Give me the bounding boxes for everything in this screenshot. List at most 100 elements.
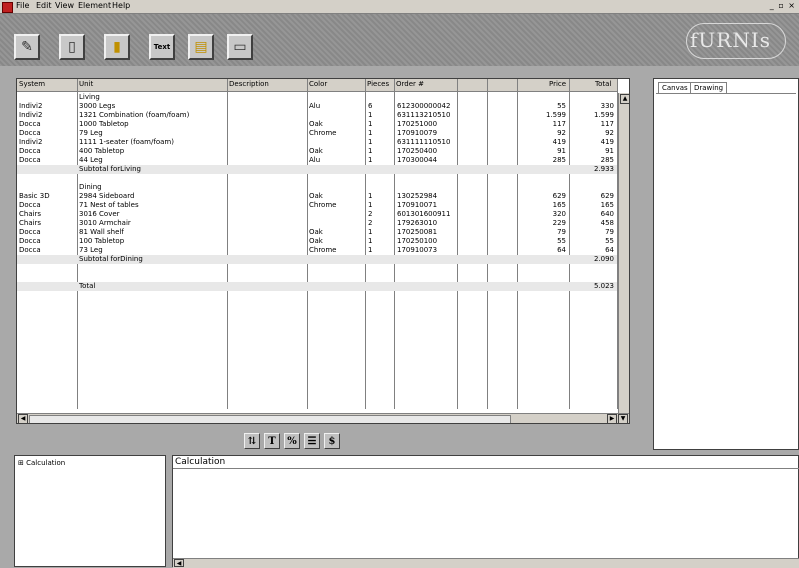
cell-total[interactable]: 2.933 (594, 165, 614, 174)
cell-pieces[interactable]: 2 (368, 210, 372, 219)
cell-color[interactable]: Chrome (309, 246, 336, 255)
cell-color[interactable]: Oak (309, 120, 323, 129)
cell-system[interactable]: Basic 3D (19, 192, 50, 201)
table-vertical-scrollbar[interactable]: ▲ (618, 93, 629, 423)
cell-unit[interactable]: Total (79, 282, 95, 291)
cell-total[interactable]: 419 (601, 138, 614, 147)
cell-pieces[interactable]: 6 (368, 102, 372, 111)
menu-element[interactable]: Element (78, 1, 111, 10)
col-order[interactable]: Order # (396, 80, 424, 88)
cell-pieces[interactable]: 1 (368, 228, 372, 237)
cell-total[interactable]: 92 (605, 129, 614, 138)
cell-pieces[interactable]: 1 (368, 192, 372, 201)
cell-system[interactable]: Docca (19, 147, 41, 156)
tab-canvas[interactable]: Canvas (658, 82, 692, 93)
cell-order[interactable]: 612300000042 (397, 102, 450, 111)
cell-total[interactable]: 5.023 (594, 282, 614, 291)
sort-button[interactable]: ⇅ (244, 433, 260, 449)
edit-button[interactable]: ✎ (14, 34, 40, 60)
cell-system[interactable]: Indivi2 (19, 111, 42, 120)
table-horizontal-scrollbar[interactable]: ◀ ▶ ▼ (17, 413, 629, 423)
cell-unit[interactable]: 81 Wall shelf (79, 228, 124, 237)
cell-total[interactable]: 64 (605, 246, 614, 255)
cell-unit[interactable]: Dining (79, 183, 102, 192)
cell-unit[interactable]: 71 Nest of tables (79, 201, 139, 210)
cell-pieces[interactable]: 1 (368, 129, 372, 138)
cell-unit[interactable]: Subtotal forDining (79, 255, 143, 264)
cell-total[interactable]: 330 (601, 102, 614, 111)
text-button[interactable]: Text (149, 34, 175, 60)
col-color[interactable]: Color (309, 80, 327, 88)
cell-pieces[interactable]: 1 (368, 156, 372, 165)
cell-system[interactable]: Docca (19, 237, 41, 246)
cell-system[interactable]: Docca (19, 120, 41, 129)
text-format-button[interactable]: T (264, 433, 280, 449)
cell-unit[interactable]: 79 Leg (79, 129, 103, 138)
cell-pieces[interactable]: 1 (368, 201, 372, 210)
cell-price[interactable]: 91 (557, 147, 566, 156)
col-unit[interactable]: Unit (79, 80, 93, 88)
cell-price[interactable]: 55 (557, 237, 566, 246)
cell-pieces[interactable]: 1 (368, 246, 372, 255)
cell-total[interactable]: 79 (605, 228, 614, 237)
cell-total[interactable]: 285 (601, 156, 614, 165)
cell-price[interactable]: 320 (553, 210, 566, 219)
app-icon[interactable] (2, 2, 13, 13)
cell-unit[interactable]: 1000 Tabletop (79, 120, 129, 129)
cell-price[interactable]: 1.599 (546, 111, 566, 120)
cell-pieces[interactable]: 1 (368, 111, 372, 120)
cell-unit[interactable]: 3016 Cover (79, 210, 120, 219)
cell-total[interactable]: 458 (601, 219, 614, 228)
cell-color[interactable]: Chrome (309, 129, 336, 138)
cell-order[interactable]: 130252984 (397, 192, 437, 201)
cell-order[interactable]: 170251000 (397, 120, 437, 129)
cell-price[interactable]: 165 (553, 201, 566, 210)
cell-total[interactable]: 629 (601, 192, 614, 201)
cell-pieces[interactable]: 1 (368, 147, 372, 156)
cell-order[interactable]: 170250100 (397, 237, 437, 246)
cell-color[interactable]: Chrome (309, 201, 336, 210)
cell-color[interactable]: Oak (309, 237, 323, 246)
col-system[interactable]: System (19, 80, 45, 88)
subtotal-row[interactable] (17, 282, 617, 291)
cell-order[interactable]: 601301600911 (397, 210, 450, 219)
cell-total[interactable]: 640 (601, 210, 614, 219)
cabinet-button[interactable]: ▯ (59, 34, 85, 60)
cell-unit[interactable]: Living (79, 93, 100, 102)
cell-unit[interactable]: 1111 1-seater (foam/foam) (79, 138, 174, 147)
cell-order[interactable]: 631113210510 (397, 111, 450, 120)
cell-order[interactable]: 170300044 (397, 156, 437, 165)
cell-system[interactable]: Docca (19, 156, 41, 165)
cell-unit[interactable]: 44 Leg (79, 156, 103, 165)
cell-price[interactable]: 629 (553, 192, 566, 201)
tab-drawing[interactable]: Drawing (690, 82, 728, 93)
cell-price[interactable]: 64 (557, 246, 566, 255)
cell-total[interactable]: 165 (601, 201, 614, 210)
cell-price[interactable]: 92 (557, 129, 566, 138)
menu-view[interactable]: View (55, 1, 74, 10)
cell-unit[interactable]: 1321 Combination (foam/foam) (79, 111, 189, 120)
cell-order[interactable]: 170910079 (397, 129, 437, 138)
cell-system[interactable]: Indivi2 (19, 102, 42, 111)
panel-button[interactable]: ▭ (227, 34, 253, 60)
cell-system[interactable]: Chairs (19, 219, 41, 228)
cell-total[interactable]: 117 (601, 120, 614, 129)
cell-price[interactable]: 419 (553, 138, 566, 147)
cell-system[interactable]: Docca (19, 246, 41, 255)
percent-button[interactable]: % (284, 433, 300, 449)
cell-price[interactable]: 285 (553, 156, 566, 165)
cell-order[interactable]: 170250400 (397, 147, 437, 156)
cell-unit[interactable]: 400 Tabletop (79, 147, 124, 156)
cell-system[interactable]: Docca (19, 228, 41, 237)
cell-unit[interactable]: 2984 Sideboard (79, 192, 134, 201)
scroll-down-icon[interactable]: ▼ (618, 414, 628, 423)
cell-system[interactable]: Docca (19, 201, 41, 210)
cell-total[interactable]: 1.599 (594, 111, 614, 120)
cell-pieces[interactable]: 1 (368, 120, 372, 129)
menu-edit[interactable]: Edit (36, 1, 52, 10)
cell-system[interactable]: Chairs (19, 210, 41, 219)
col-description[interactable]: Description (229, 80, 269, 88)
list-button[interactable]: ☰ (304, 433, 320, 449)
cell-price[interactable]: 117 (553, 120, 566, 129)
col-total[interactable]: Total (595, 80, 611, 88)
